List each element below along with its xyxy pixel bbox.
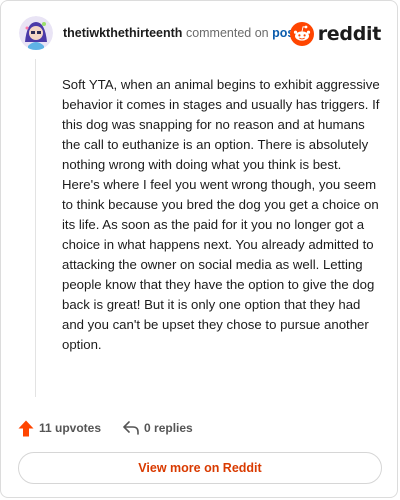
upvote-button[interactable]: 11 upvotes	[18, 420, 101, 437]
replies-button[interactable]: 0 replies	[123, 421, 193, 435]
comment-embed-card: thetiwkthethirteenth commented on post r…	[0, 0, 398, 498]
thread-line	[35, 59, 36, 397]
comment-header: thetiwkthethirteenth commented on post r…	[19, 16, 381, 52]
username-link[interactable]: thetiwkthethirteenth	[63, 26, 182, 40]
avatar[interactable]	[19, 16, 53, 50]
reddit-snoo-icon	[289, 22, 314, 46]
reddit-logo[interactable]: reddit	[289, 21, 382, 47]
reply-count: 0 replies	[144, 421, 193, 435]
upvote-count: 11 upvotes	[39, 421, 102, 435]
reddit-wordmark: reddit	[317, 23, 382, 45]
upvote-arrow-icon	[18, 420, 34, 436]
view-more-button[interactable]: View more on Reddit	[18, 452, 382, 484]
commented-on-text: commented on	[185, 26, 269, 40]
comment-meta: thetiwkthethirteenth commented on post	[63, 26, 299, 40]
comment-body: Soft YTA, when an animal begins to exhib…	[62, 77, 380, 352]
comment-actions: 11 upvotes 0 replies	[18, 417, 215, 439]
reply-arrow-icon	[123, 421, 139, 435]
